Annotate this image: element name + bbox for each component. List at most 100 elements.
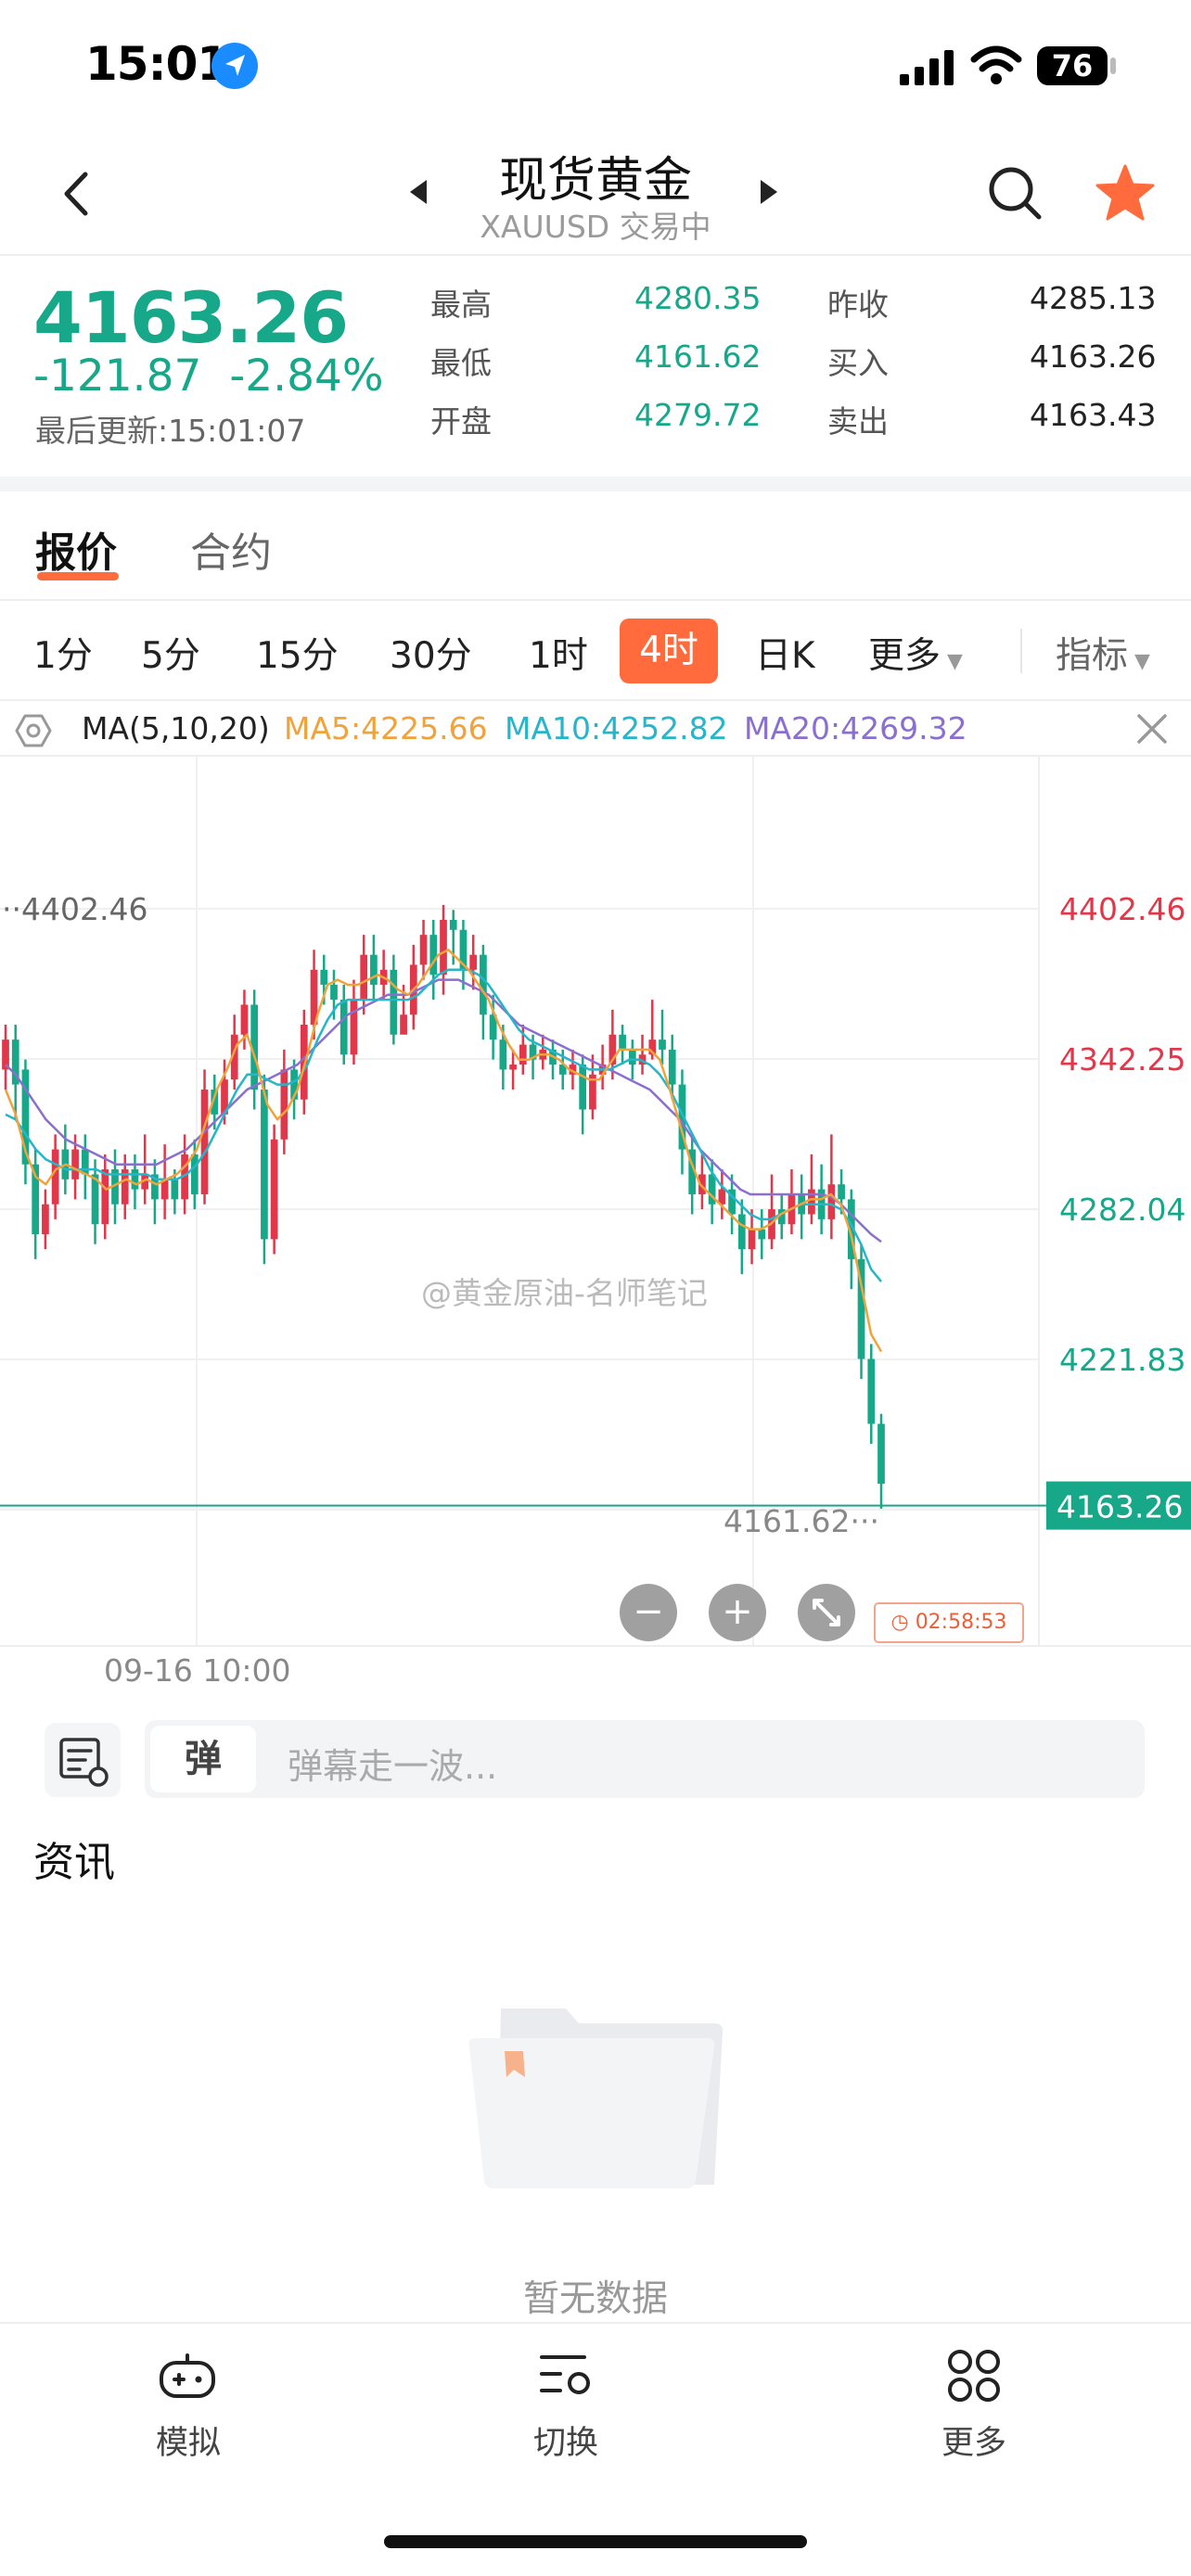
- change-value: -121.87: [33, 351, 202, 402]
- tab-contract[interactable]: 合约: [190, 519, 272, 579]
- indicator-button[interactable]: 指标 ▼: [1056, 627, 1150, 679]
- watermark: @黄金原油-名师笔记: [421, 1275, 708, 1311]
- zoom-out-icon: −: [633, 1590, 664, 1633]
- nav-divider: [0, 254, 1191, 256]
- candle-body: [71, 1149, 79, 1180]
- danmu-toggle[interactable]: 弹: [150, 1726, 256, 1792]
- candle-body: [171, 1179, 179, 1200]
- candle-body: [370, 954, 378, 985]
- chart-bottom-divider: [0, 1645, 1191, 1647]
- candle-body: [737, 1214, 746, 1250]
- candle-body: [440, 920, 447, 976]
- price-change: -121.87 -2.84%: [33, 351, 384, 402]
- candlestick-chart[interactable]: 4402.464342.254282.044221.834161.624163.…: [0, 757, 1191, 1645]
- last-price-tag-value: 4163.26: [1057, 1489, 1183, 1525]
- switch-list-icon[interactable]: [536, 2348, 596, 2404]
- clock-icon: ◷: [890, 1611, 916, 1634]
- tabbar-more[interactable]: 更多: [881, 2417, 1067, 2464]
- candle-body: [270, 1139, 278, 1240]
- timeframe-1h[interactable]: 1时: [529, 627, 588, 679]
- ma-label: MA(5,10,20): [82, 710, 270, 746]
- candle-body: [350, 1000, 358, 1055]
- settings-hexagon-icon[interactable]: [15, 712, 52, 749]
- last-update: 最后更新:15:01:07: [35, 413, 306, 449]
- battery-icon: 76: [1037, 46, 1108, 85]
- ma20-value: MA20:4269.32: [744, 710, 967, 746]
- candle-body: [42, 1204, 49, 1235]
- timeframe-more[interactable]: 更多 ▼: [868, 627, 963, 679]
- candle-body: [419, 935, 428, 965]
- tabs-divider: [0, 599, 1191, 601]
- danmu-placeholder: 弹幕走一波...: [288, 1746, 498, 1787]
- timeframe-4h[interactable]: 4时: [620, 618, 718, 683]
- message-settings-icon: [59, 1738, 109, 1787]
- tabbar-simulate[interactable]: 模拟: [96, 2417, 281, 2464]
- candle-body: [101, 1169, 109, 1225]
- ma20-line: [5, 978, 882, 1243]
- candle-body: [469, 954, 478, 970]
- toolbar-separator: [1020, 629, 1022, 673]
- candle-body: [827, 1184, 836, 1219]
- zoom-out-button[interactable]: −: [620, 1584, 677, 1641]
- location-arrow-icon: [211, 43, 258, 89]
- tab-quote[interactable]: 报价: [35, 519, 117, 579]
- news-title: 资讯: [33, 1839, 115, 1886]
- candle-body: [81, 1149, 89, 1175]
- timeframe-30m[interactable]: 30分: [390, 627, 472, 679]
- prev-close-label: 昨收: [827, 287, 889, 323]
- candle-body: [330, 984, 338, 1001]
- y-axis-tick-label: 4402.46: [1059, 891, 1185, 927]
- ma10-value: MA10:4252.82: [505, 710, 728, 746]
- expand-icon: [813, 1599, 840, 1626]
- ask-value: 4163.43: [1030, 397, 1157, 433]
- wifi-icon: [970, 45, 1022, 84]
- candle-body: [51, 1149, 59, 1205]
- close-icon[interactable]: [1135, 712, 1169, 746]
- message-settings-button[interactable]: [45, 1723, 121, 1797]
- candle-body: [659, 1039, 666, 1050]
- countdown-value: 02:58:53: [915, 1611, 1007, 1634]
- low-value: 4161.62: [634, 338, 762, 375]
- more-grid-icon[interactable]: [944, 2346, 1004, 2405]
- tabbar-divider: [0, 2322, 1191, 2324]
- status-time: 15:01: [85, 37, 229, 91]
- caret-down-icon: ▼: [941, 650, 963, 673]
- timeframe-15m[interactable]: 15分: [256, 627, 339, 679]
- max-price-annotation: ··4402.46: [2, 891, 147, 927]
- candle-body: [867, 1358, 876, 1424]
- ma5-value: MA5:4225.66: [284, 710, 488, 746]
- low-label: 最低: [430, 345, 492, 381]
- tab-quote-indicator: [37, 572, 119, 580]
- gamepad-icon[interactable]: [158, 2348, 217, 2404]
- timeframe-daily[interactable]: 日K: [755, 627, 815, 679]
- timeframe-more-label: 更多: [868, 635, 941, 677]
- candle-body: [390, 969, 398, 1035]
- candle-body: [360, 954, 368, 1001]
- x-axis-label: 09-16 10:00: [104, 1652, 291, 1689]
- empty-state-text: 暂无数据: [522, 2278, 668, 2320]
- candle-body: [200, 1089, 209, 1194]
- open-label: 开盘: [430, 403, 492, 440]
- high-value: 4280.35: [634, 280, 762, 316]
- toolbar-divider: [0, 699, 1191, 701]
- candle-body: [400, 1014, 407, 1035]
- fullscreen-button[interactable]: [798, 1584, 855, 1641]
- search-icon[interactable]: [987, 165, 1043, 221]
- next-symbol-icon[interactable]: [759, 178, 779, 206]
- indicator-label: 指标: [1056, 635, 1129, 677]
- tabbar-switch[interactable]: 切换: [473, 2417, 659, 2464]
- candle-body: [838, 1184, 845, 1200]
- zoom-in-button[interactable]: +: [709, 1584, 766, 1641]
- timeframe-5m[interactable]: 5分: [141, 627, 200, 679]
- y-axis-tick-label: 4221.83: [1059, 1342, 1185, 1378]
- battery-level: 76: [1051, 48, 1094, 83]
- favorite-star-icon[interactable]: [1095, 163, 1156, 223]
- caret-down-icon: ▼: [1128, 650, 1150, 673]
- battery-cap: [1110, 57, 1116, 74]
- high-label: 最高: [430, 287, 492, 323]
- timeframe-1m[interactable]: 1分: [33, 627, 93, 679]
- bid-value: 4163.26: [1030, 338, 1157, 375]
- candle-body: [280, 1069, 288, 1140]
- candle-countdown: ◷ 02:58:53: [874, 1602, 1024, 1643]
- signal-icon: [900, 50, 954, 85]
